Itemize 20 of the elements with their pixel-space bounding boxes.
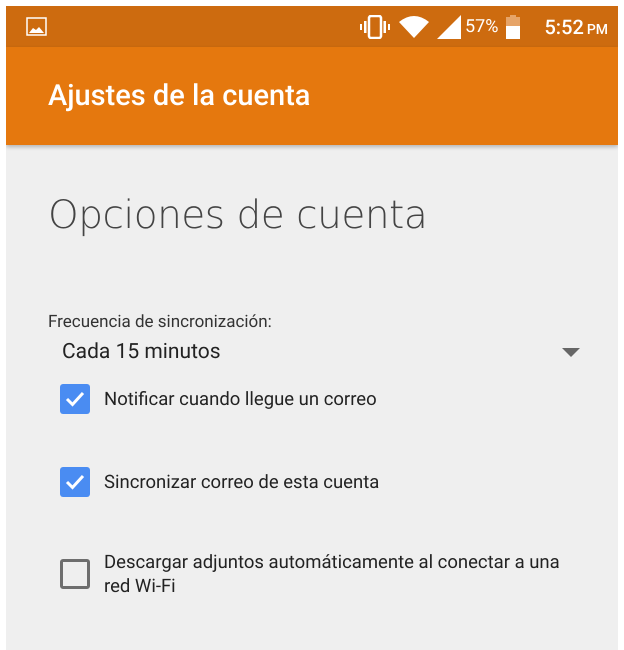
- signal-icon: [437, 14, 462, 38]
- vibrate-icon: [359, 14, 392, 38]
- option-label: Sincronizar correo de esta cuenta: [104, 470, 380, 494]
- field-label: Frecuencia de sincronización:: [48, 312, 273, 332]
- checkbox[interactable]: [60, 384, 90, 414]
- clock: 5:52 PM: [544, 14, 608, 38]
- dropdown-arrow-icon: [562, 348, 580, 356]
- checkmark-icon: [65, 391, 85, 407]
- battery-icon: [506, 14, 520, 38]
- wifi-icon: [399, 16, 430, 38]
- frequency-dropdown[interactable]: Cada 15 minutos: [48, 338, 580, 366]
- app-bar-title: Ajustes de la cuenta: [48, 79, 310, 113]
- battery-percent: 57%: [465, 16, 498, 37]
- option-label: Descargar adjuntos automáticamente al conectar a una red Wi-Fi: [104, 550, 561, 598]
- option-label: Notificar cuando llegue un correo: [104, 387, 378, 411]
- checkbox[interactable]: [60, 467, 90, 497]
- image-icon: [26, 17, 47, 36]
- section-heading: Opciones de cuenta: [48, 193, 428, 238]
- checkbox[interactable]: [60, 559, 90, 589]
- checkmark-icon: [65, 474, 85, 490]
